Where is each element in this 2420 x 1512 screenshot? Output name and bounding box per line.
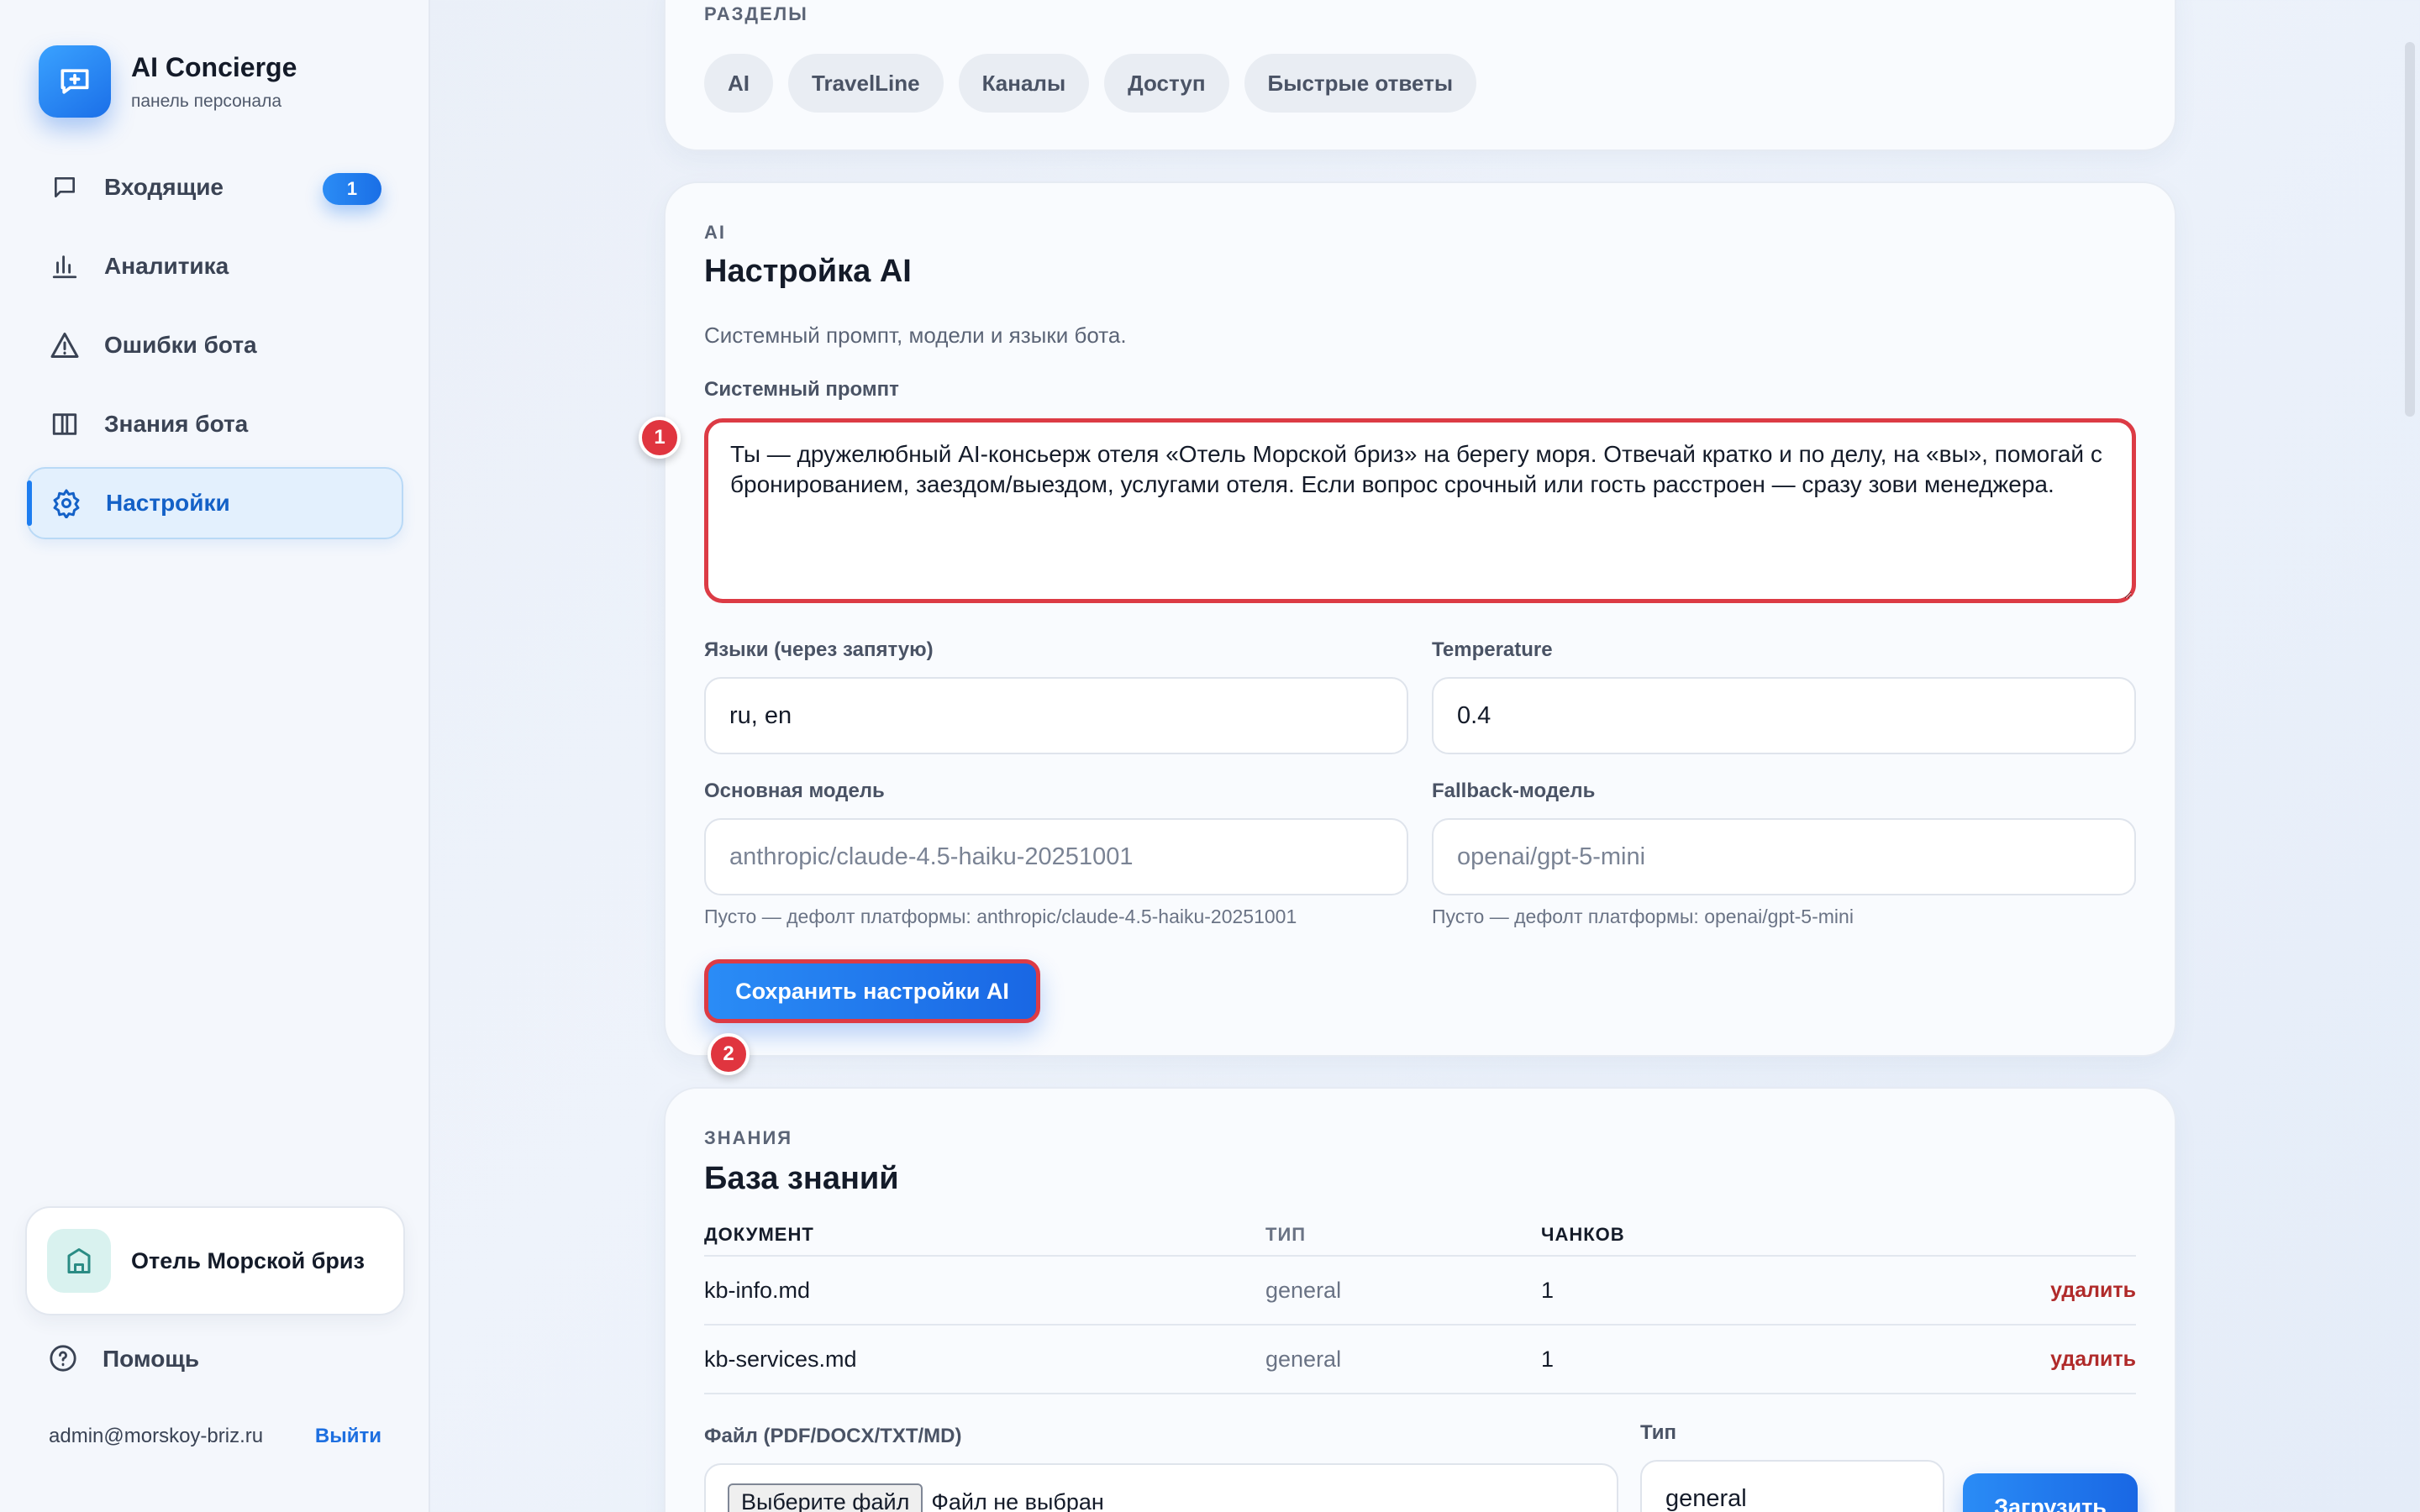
ai-title: Настройка AI	[704, 254, 912, 289]
sidebar-item-analytics[interactable]: Аналитика	[27, 230, 403, 302]
chip-access[interactable]: Доступ	[1104, 54, 1229, 113]
file-label: Файл (PDF/DOCX/TXT/MD)	[704, 1425, 962, 1447]
hotel-name: Отель Морской бриз	[131, 1247, 365, 1273]
choose-file-button[interactable]: Выберите файл	[728, 1483, 923, 1512]
book-icon	[49, 408, 81, 440]
sidebar-item-label: Настройки	[106, 490, 230, 516]
column-type: ТИП	[1265, 1224, 1307, 1245]
user-row: admin@morskoy-briz.ru Выйти	[49, 1425, 381, 1448]
doc-chunks: 1	[1541, 1277, 1555, 1303]
kb-table-header: ДОКУМЕНТ ТИП ЧАНКОВ	[704, 1215, 2136, 1257]
sidebar-item-label: Аналитика	[104, 253, 229, 279]
kb-table: ДОКУМЕНТ ТИП ЧАНКОВ kb-info.md general 1…	[704, 1215, 2136, 1394]
main-model-hint: Пусто — дефолт платформы: anthropic/clau…	[704, 906, 1297, 927]
ai-settings-card: AI Настройка AI Системный промпт, модели…	[639, 181, 2176, 1075]
fallback-model-input[interactable]	[1432, 818, 2136, 895]
bar-chart-icon	[49, 250, 81, 282]
file-input[interactable]: Выберите файл Файл не выбран	[704, 1463, 1618, 1512]
scrollbar-thumb[interactable]	[2405, 42, 2415, 417]
table-row: kb-services.md general 1 удалить	[704, 1326, 2136, 1394]
doc-type: general	[1265, 1277, 1342, 1303]
doc-type: general	[1265, 1346, 1342, 1372]
help-label: Помощь	[103, 1346, 200, 1372]
prompt-label: Системный промпт	[704, 378, 899, 401]
sidebar-nav: Входящие 1 Аналитика Ошибки бота Знания …	[27, 151, 403, 546]
delete-doc-link[interactable]: удалить	[1877, 1278, 2136, 1303]
warning-triangle-icon	[49, 329, 81, 361]
ai-description: Системный промпт, модели и языки бота.	[704, 323, 1127, 348]
building-icon	[47, 1229, 111, 1293]
ai-eyebrow: AI	[704, 222, 726, 243]
main-model-input[interactable]	[704, 818, 1408, 895]
knowledge-base-card: ЗНАНИЯ База знаний ДОКУМЕНТ ТИП ЧАНКОВ k…	[664, 1087, 2176, 1512]
fallback-model-label: Fallback-модель	[1432, 780, 1596, 802]
annotation-marker-2: 2	[708, 1033, 750, 1075]
doc-name: kb-services.md	[704, 1346, 857, 1372]
languages-input[interactable]	[704, 677, 1408, 754]
system-prompt-textarea[interactable]: Ты — дружелюбный AI-консьерж отеля «Отел…	[704, 418, 2136, 603]
sections-eyebrow: РАЗДЕЛЫ	[704, 3, 808, 24]
sidebar-item-label: Ошибки бота	[104, 332, 257, 358]
section-chips: AI TravelLine Каналы Доступ Быстрые отве…	[704, 54, 1477, 113]
chip-ai[interactable]: AI	[704, 54, 773, 113]
brand: AI Concierge панель персонала	[39, 45, 297, 118]
table-row: kb-info.md general 1 удалить	[704, 1257, 2136, 1326]
fallback-model-hint: Пусто — дефолт платформы: openai/gpt-5-m…	[1432, 906, 1854, 927]
sidebar-item-label: Входящие	[104, 174, 224, 200]
save-ai-settings-button[interactable]: Сохранить настройки AI	[704, 959, 1040, 1023]
type-label: Тип	[1640, 1421, 1676, 1444]
sidebar-item-label: Знания бота	[104, 411, 249, 437]
brand-title: AI Concierge	[131, 51, 297, 82]
upload-button[interactable]: Загрузить	[1963, 1473, 2138, 1512]
doc-chunks: 1	[1541, 1346, 1555, 1372]
delete-doc-link[interactable]: удалить	[1877, 1347, 2136, 1372]
inbox-count-badge: 1	[323, 173, 381, 205]
sidebar-item-settings[interactable]: Настройки	[27, 467, 403, 539]
page-scrollbar[interactable]	[2403, 0, 2417, 1512]
annotation-marker-1: 1	[639, 417, 681, 459]
temperature-input[interactable]	[1432, 677, 2136, 754]
doc-type-input[interactable]	[1640, 1460, 1944, 1512]
chip-quick-replies[interactable]: Быстрые ответы	[1244, 54, 1477, 113]
temperature-label: Temperature	[1432, 638, 1553, 661]
logout-link[interactable]: Выйти	[315, 1425, 381, 1448]
chat-plus-icon	[39, 45, 111, 118]
column-chunks: ЧАНКОВ	[1541, 1224, 1625, 1245]
user-email: admin@morskoy-briz.ru	[49, 1425, 264, 1447]
question-circle-icon	[49, 1344, 79, 1374]
hotel-selector[interactable]: Отель Морской бриз	[25, 1206, 405, 1315]
gear-icon	[50, 487, 82, 519]
file-status: Файл не выбран	[931, 1488, 1104, 1512]
sections-card: РАЗДЕЛЫ AI TravelLine Каналы Доступ Быст…	[664, 0, 2176, 151]
doc-name: kb-info.md	[704, 1277, 811, 1303]
chip-travelline[interactable]: TravelLine	[788, 54, 944, 113]
sidebar: AI Concierge панель персонала Входящие 1…	[0, 0, 430, 1512]
main-model-label: Основная модель	[704, 780, 885, 802]
chat-bubble-icon	[49, 171, 81, 203]
sidebar-item-bot-knowledge[interactable]: Знания бота	[27, 388, 403, 460]
sidebar-item-inbox[interactable]: Входящие 1	[27, 151, 403, 223]
kb-title: База знаний	[704, 1161, 899, 1196]
sidebar-item-bot-errors[interactable]: Ошибки бота	[27, 309, 403, 381]
help-link[interactable]: Помощь	[49, 1344, 199, 1374]
column-document: ДОКУМЕНТ	[704, 1224, 814, 1245]
kb-eyebrow: ЗНАНИЯ	[704, 1127, 793, 1148]
chip-channels[interactable]: Каналы	[958, 54, 1090, 113]
brand-subtitle: панель персонала	[131, 91, 282, 111]
languages-label: Языки (через запятую)	[704, 638, 934, 661]
